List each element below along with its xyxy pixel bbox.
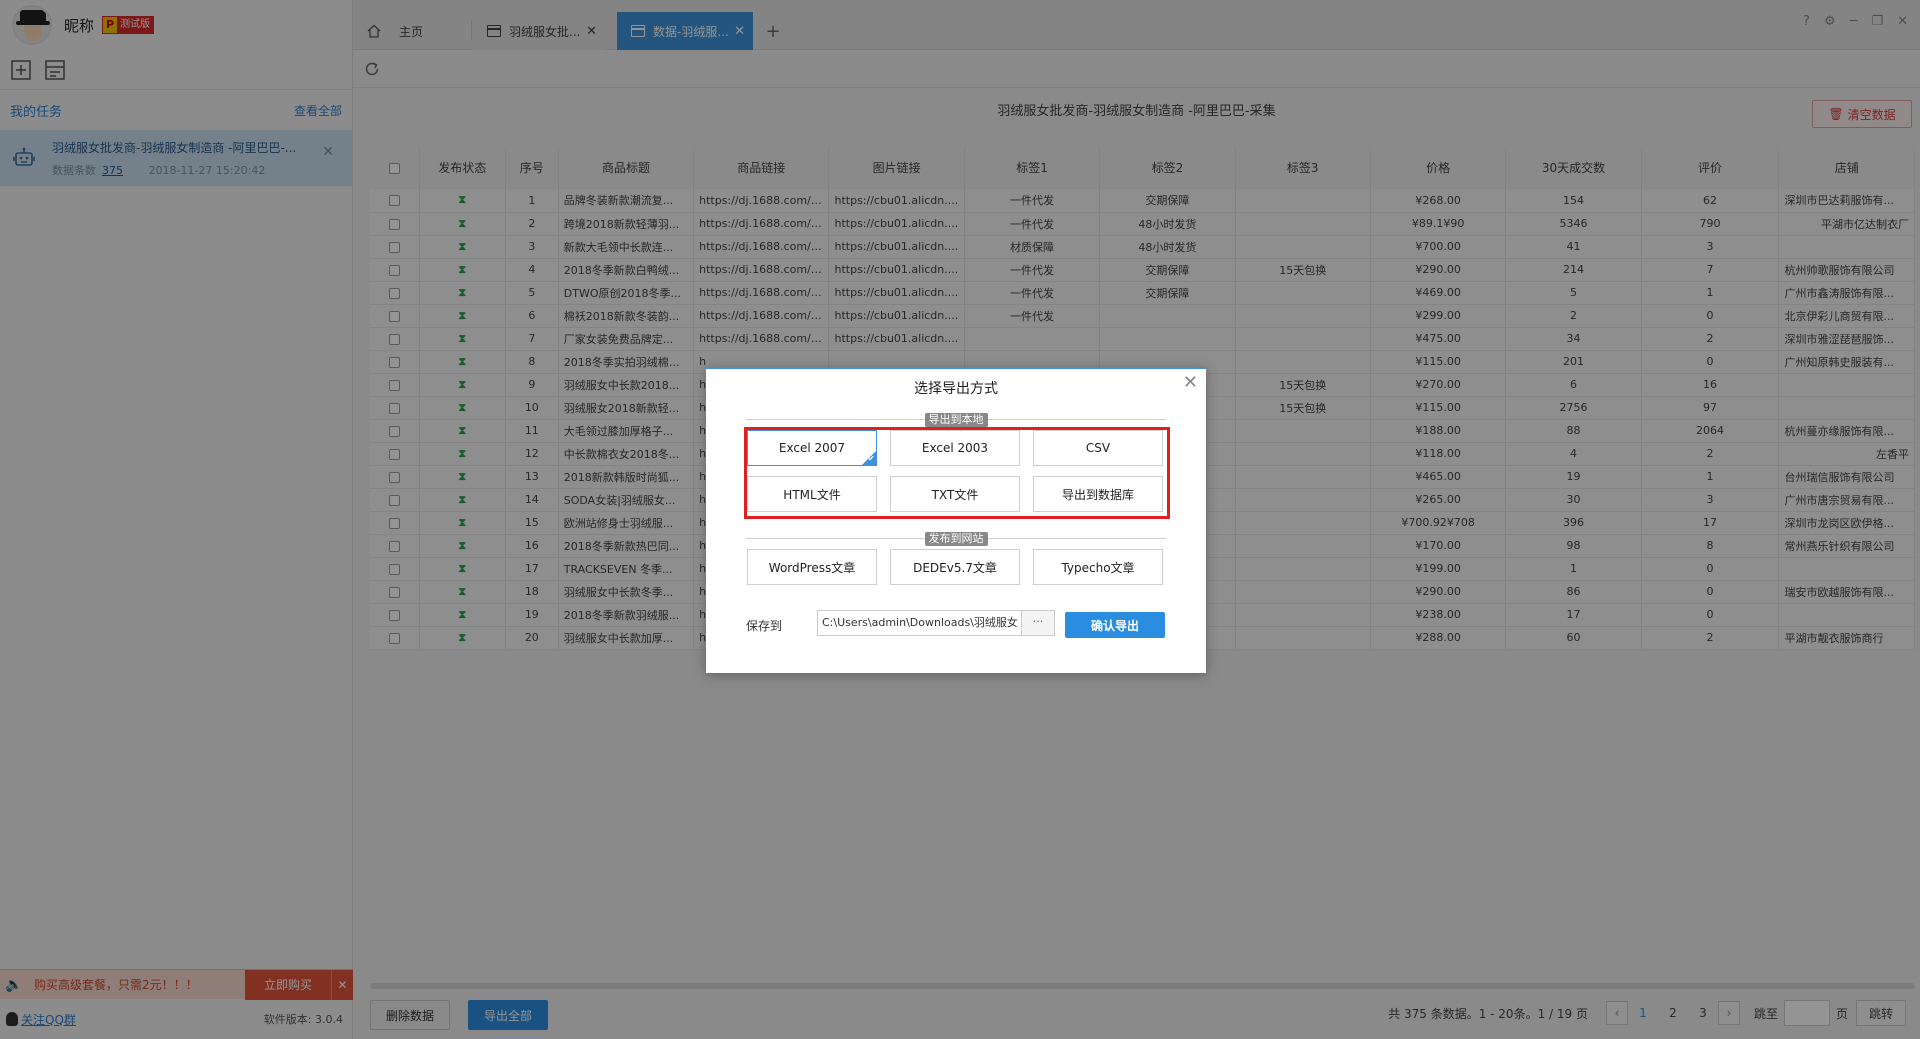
dialog-title: 选择导出方式 xyxy=(914,381,998,397)
option-label: Excel 2003 xyxy=(921,441,989,455)
option-label: CSV xyxy=(1085,441,1111,455)
export-to-database-option[interactable]: 导出到数据库 xyxy=(1033,476,1163,512)
dialog-close-icon[interactable]: ✕ xyxy=(1183,372,1198,393)
publish-section-label: 发布到网站 xyxy=(924,532,988,546)
section-label: 发布到网站 xyxy=(706,531,1206,546)
export-dialog: 选择导出方式 ✕ 导出到本地 Excel 2007 Excel 2003 CSV… xyxy=(706,367,1206,673)
excel-2003-option[interactable]: Excel 2003 xyxy=(890,430,1020,466)
dede-option[interactable]: DEDEv5.7文章 xyxy=(890,549,1020,585)
option-label: WordPress文章 xyxy=(768,560,856,575)
option-label: Excel 2007 xyxy=(778,441,846,455)
option-label: 导出到数据库 xyxy=(1061,487,1134,502)
save-to-label: 保存到 xyxy=(746,619,783,633)
option-label: DEDEv5.7文章 xyxy=(913,560,997,575)
csv-option[interactable]: CSV xyxy=(1033,430,1163,466)
option-label: Typecho文章 xyxy=(1061,560,1135,575)
confirm-export-button[interactable]: 确认导出 xyxy=(1065,612,1165,638)
save-path-input[interactable]: C:\Users\admin\Downloads\羽绒服女 xyxy=(817,610,1022,636)
html-file-option[interactable]: HTML文件 xyxy=(747,476,877,512)
excel-2007-option[interactable]: Excel 2007 xyxy=(747,430,877,466)
checkmark-icon xyxy=(861,450,877,466)
wordpress-option[interactable]: WordPress文章 xyxy=(747,549,877,585)
section-label: 导出到本地 xyxy=(706,412,1206,427)
browse-button[interactable]: ··· xyxy=(1022,610,1055,636)
option-label: TXT文件 xyxy=(931,487,979,502)
typecho-option[interactable]: Typecho文章 xyxy=(1033,549,1163,585)
local-section-label: 导出到本地 xyxy=(924,413,988,427)
txt-file-option[interactable]: TXT文件 xyxy=(890,476,1020,512)
option-label: HTML文件 xyxy=(783,487,841,502)
